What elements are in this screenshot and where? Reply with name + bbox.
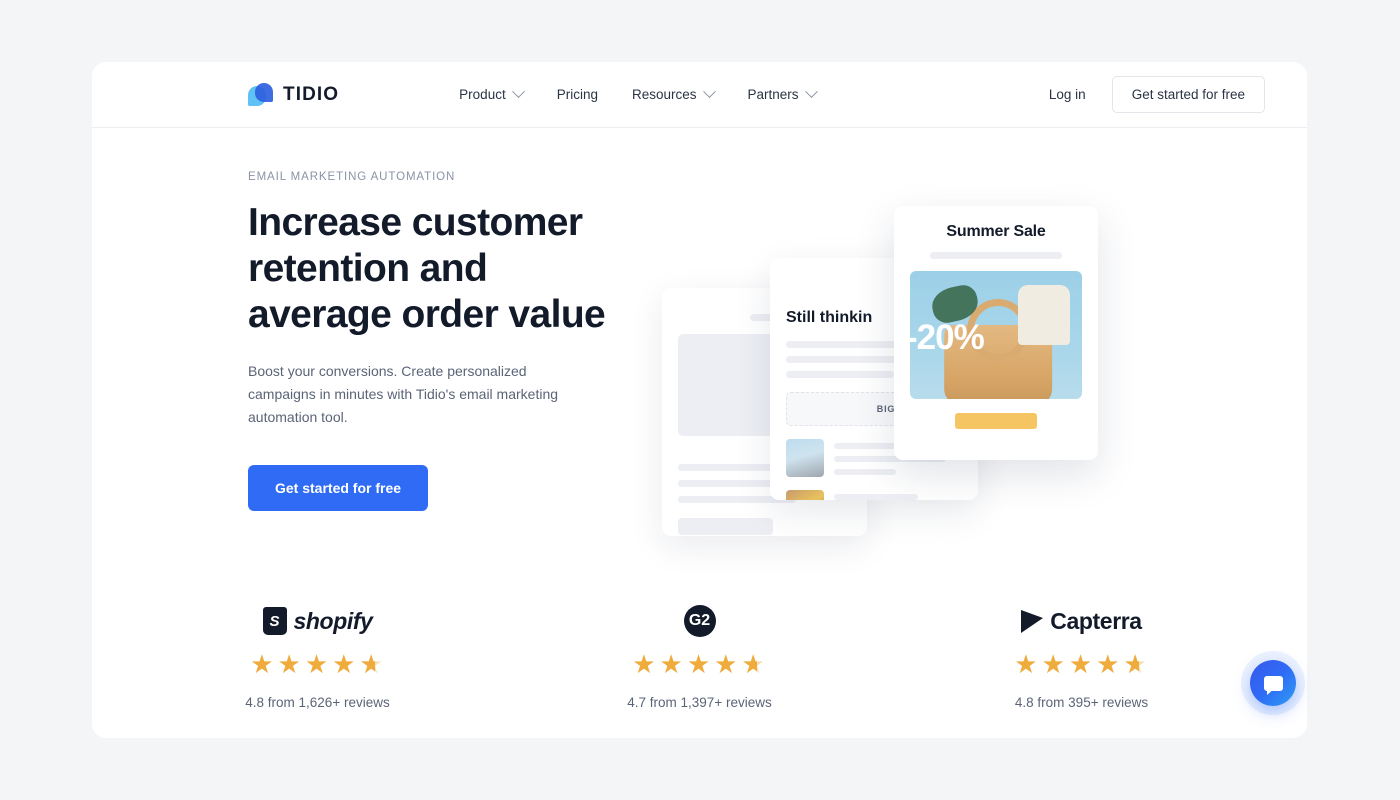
tidio-blob-logo-icon (248, 82, 274, 108)
nav-item-label: Partners (747, 87, 799, 102)
header-actions: Log in Get started for free (1049, 76, 1265, 113)
promo-title: Summer Sale (946, 223, 1046, 240)
g2-logo: G2 (600, 604, 800, 638)
review-badge-shopify: shopify ★ ★ ★ ★ ★★ 4.8 from 1,626+ revie… (218, 604, 418, 710)
nav-item-pricing[interactable]: Pricing (557, 87, 598, 102)
nav-item-product[interactable]: Product (459, 85, 525, 102)
review-count-text: 4.8 from 1,626+ reviews (245, 695, 390, 710)
star-icon: ★ (1068, 649, 1095, 679)
star-icon: ★ (1096, 649, 1122, 679)
star-icon: ★ (1014, 649, 1040, 679)
review-count-text: 4.7 from 1,397+ reviews (627, 695, 772, 710)
star-icon: ★ (632, 649, 658, 679)
main-navigation: Product Pricing Resources Partners (459, 85, 818, 102)
review-badges: shopify ★ ★ ★ ★ ★★ 4.8 from 1,626+ revie… (92, 548, 1307, 710)
star-icon: ★ (659, 649, 685, 679)
hero-subtitle: Boost your conversions. Create personali… (248, 363, 559, 425)
star-icon: ★ (714, 649, 740, 679)
page-title: Increase customer retention and average … (248, 201, 606, 336)
chevron-down-icon (511, 85, 525, 99)
star-icon: ★ (686, 649, 713, 679)
discount-label: -20% (910, 317, 985, 357)
g2-circle-icon: G2 (683, 605, 716, 637)
site-card: TIDIO Product Pricing Resources Partners (92, 62, 1307, 738)
star-half-icon: ★ ★ (1123, 649, 1149, 679)
hero-section: EMAIL MARKETING AUTOMATION Increase cust… (92, 128, 1307, 548)
nav-item-label: Pricing (556, 87, 598, 102)
shopify-logo-text: shopify (293, 607, 373, 634)
star-icon: ★ (332, 649, 358, 679)
chevron-down-icon (702, 85, 716, 99)
hero-get-started-button[interactable]: Get started for free (248, 465, 429, 511)
brand-name: TIDIO (283, 83, 340, 105)
star-icon: ★ (250, 649, 276, 679)
star-rating: ★ ★ ★ ★ ★ ★ (218, 651, 418, 677)
capterra-logo-text: Capterra (1050, 607, 1142, 634)
towel-illustration (1018, 285, 1070, 345)
brand-logo[interactable]: TIDIO (248, 82, 339, 108)
star-rating: ★ ★ ★ ★ ★ ★ (982, 651, 1182, 677)
nav-item-label: Resources (631, 87, 697, 102)
hero-eyebrow: EMAIL MARKETING AUTOMATION (248, 171, 456, 183)
page-background: TIDIO Product Pricing Resources Partners (0, 0, 1400, 800)
login-link[interactable]: Log in (1049, 87, 1086, 102)
chat-launcher-button[interactable] (1250, 660, 1296, 706)
nav-item-partners[interactable]: Partners (747, 85, 818, 102)
star-icon: ★ (304, 649, 331, 679)
email-mockup-card-front: Summer Sale -20% (894, 206, 1098, 460)
mockup-product-row (786, 490, 962, 500)
site-header: TIDIO Product Pricing Resources Partners (92, 62, 1307, 128)
product-thumbnail (786, 439, 824, 477)
product-thumbnail (786, 490, 824, 500)
chevron-down-icon (804, 85, 818, 99)
promo-image: -20% (910, 271, 1082, 399)
hero-illustration: 🌿 Patricia's B Still thinkin BIGSALEX (662, 206, 1132, 566)
star-half-icon: ★ ★ (359, 649, 385, 679)
nav-item-label: Product (459, 87, 506, 102)
star-rating: ★ ★ ★ ★ ★ ★ (600, 651, 800, 677)
chat-bubble-icon (1263, 675, 1283, 695)
star-icon: ★ (277, 649, 303, 679)
capterra-logo: Capterra (982, 604, 1182, 638)
shopify-bag-icon (262, 607, 287, 635)
capterra-arrow-icon (1021, 609, 1044, 633)
review-badge-g2: G2 ★ ★ ★ ★ ★ ★ 4.7 from 1,397+ reviews (600, 604, 800, 710)
header-get-started-button[interactable]: Get started for free (1111, 76, 1265, 113)
nav-item-resources[interactable]: Resources (631, 85, 716, 102)
review-badge-capterra: Capterra ★ ★ ★ ★ ★ ★ 4.8 from 395+ review… (982, 604, 1182, 711)
promo-cta-bar (955, 413, 1037, 429)
review-count-text: 4.8 from 395+ reviews (1014, 695, 1149, 710)
star-half-icon: ★ ★ (741, 649, 767, 679)
star-icon: ★ (1041, 649, 1067, 679)
shopify-logo: shopify (218, 604, 418, 638)
